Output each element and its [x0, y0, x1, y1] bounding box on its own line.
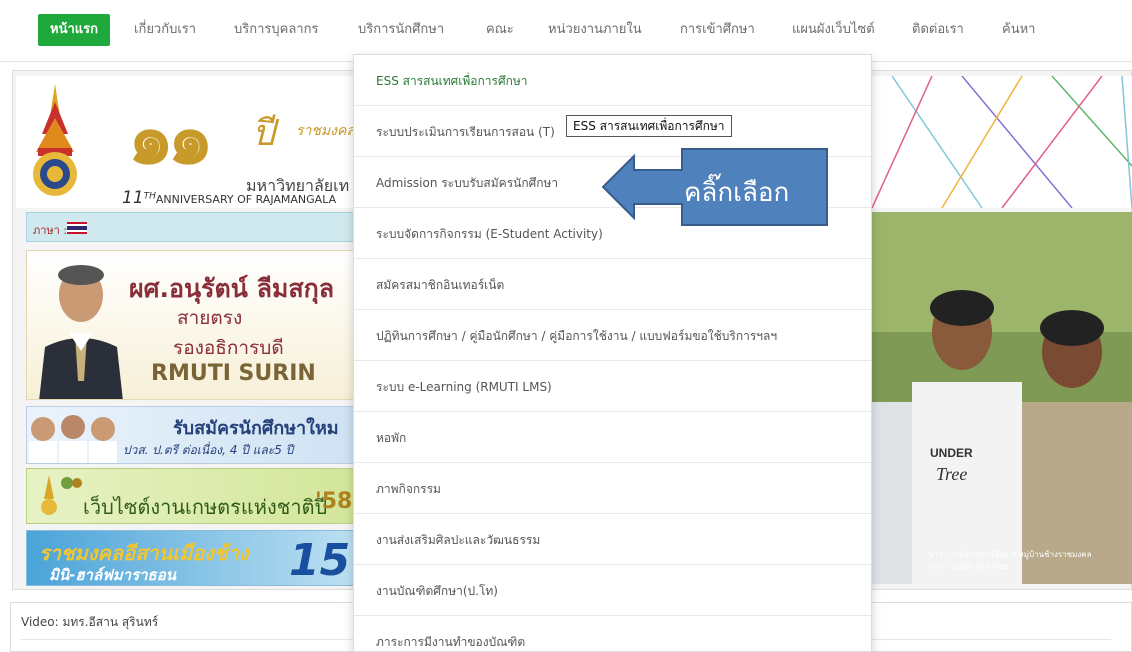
half-marathon-banner[interactable]: ราชมงคลอีสานเมืองช้าง มินิ-ฮาล์ฟมาราธอน …: [26, 530, 356, 586]
anniversary-institution: ราชมงคล: [296, 123, 355, 139]
half-marathon-line2: มินิ-ฮาล์ฟมาราธอน: [49, 566, 176, 584]
news-photo-image: UNDER Tree: [872, 212, 1132, 584]
half-marathon-number: 15: [289, 535, 351, 586]
vp-line1: สายตรง: [177, 307, 243, 329]
anniversary-banner: ๑๑ ปี ราชมงคล มหาวิทยาลัยเท 11THANNIVERS…: [16, 76, 356, 208]
top-navigation: หน้าแรก เกี่ยวกับเรา บริการบุคลากร บริกา…: [0, 0, 1132, 62]
nav-home[interactable]: หน้าแรก: [38, 14, 110, 46]
portrait-image: [39, 265, 123, 399]
agriculture-fair-text: เว็บไซต์งานเกษตรแห่งชาติปี: [83, 495, 328, 519]
callout-text: คลิ๊กเลือก: [684, 178, 790, 208]
student-services-dropdown: ESS สารสนเทศเพื่อการศึกษา ระบบประเมินการ…: [353, 54, 872, 652]
fair-logos-icon: [41, 475, 82, 515]
menu-item-label: ESS สารสนเทศเพื่อการศึกษา: [376, 74, 528, 88]
menu-item-elearning[interactable]: ระบบ e-Learning (RMUTI LMS): [354, 361, 871, 412]
news-photo[interactable]: UNDER Tree: [872, 212, 1132, 584]
menu-item-label: ระบบ e-Learning (RMUTI LMS): [376, 380, 552, 394]
menu-item-activity-photos[interactable]: ภาพกิจกรรม: [354, 463, 871, 514]
menu-item-graduate-employment[interactable]: ภาระการมีงานทำของบัณฑิต: [354, 616, 871, 651]
menu-item-label: งานบัณฑิตศึกษา(ป.โท): [376, 584, 498, 598]
menu-item-label: ภาระการมีงานทำของบัณฑิต: [376, 635, 526, 649]
agriculture-fair-year: '58: [315, 489, 353, 514]
menu-tooltip: ESS สารสนเทศเพื่อการศึกษา: [566, 115, 732, 137]
menu-item-graduate-school[interactable]: งานบัณฑิตศึกษา(ป.โท): [354, 565, 871, 616]
decorative-lines-art: [872, 76, 1132, 208]
menu-item-label: หอพัก: [376, 431, 407, 445]
anniversary-pi: ปี: [252, 113, 275, 154]
menu-item-internet-signup[interactable]: สมัครสมาชิกอินเทอร์เน็ต: [354, 259, 871, 310]
menu-item-label: Admission ระบบรับสมัครนักศึกษา: [376, 176, 559, 190]
nav-contact[interactable]: ติดต่อเรา: [912, 14, 964, 46]
decorative-lines-icon: [872, 76, 1132, 208]
admission-banner-subtitle: ปวส. ป.ตรี ต่อเนื่อง, 4 ปี และ5 ปี: [123, 443, 294, 457]
anniversary-english-text: ANNIVERSARY OF RAJAMANGALA: [155, 193, 337, 206]
vp-line2: รองอธิการบดี: [173, 337, 284, 359]
nav-about[interactable]: เกี่ยวกับเรา: [134, 14, 196, 46]
students-image: [29, 415, 117, 463]
agriculture-fair-banner[interactable]: เว็บไซต์งานเกษตรแห่งชาติปี '58: [26, 468, 356, 524]
anniversary-number: ๑๑: [128, 95, 213, 180]
menu-item-ess[interactable]: ESS สารสนเทศเพื่อการศึกษา: [354, 55, 871, 106]
menu-item-label: งานส่งเสริมศิลปะและวัฒนธรรม: [376, 533, 541, 547]
language-bar: ภาษา :: [26, 212, 356, 242]
photo-caption-line1: ข่าว : งานช้างทางเลือก ฯ หมู่บ้านช้างราช…: [928, 550, 1092, 559]
nav-student-services[interactable]: บริการนักศึกษา: [358, 14, 444, 46]
nav-internal-units[interactable]: หน่วยงานภายใน: [548, 14, 642, 46]
menu-item-label: ภาพกิจกรรม: [376, 482, 441, 496]
menu-item-label: ระบบประเมินการเรียนการสอน (T): [376, 125, 555, 139]
nav-staff-services[interactable]: บริการบุคลากร: [234, 14, 318, 46]
nav-search[interactable]: ค้นหา: [1002, 14, 1035, 46]
admission-banner-title: รับสมัครนักศึกษาใหม: [173, 418, 339, 439]
photo-caption-line2: ภาพ : under the free: [928, 562, 1009, 571]
shirt-text-1: UNDER: [930, 446, 973, 460]
anniversary-english: 11THANNIVERSARY OF RAJAMANGALA: [122, 188, 336, 208]
anniversary-number-en: 11: [122, 188, 144, 208]
nav-sitemap[interactable]: แผนผังเว็บไซต์: [792, 14, 875, 46]
vp-line3: RMUTI SURIN: [151, 361, 316, 386]
menu-item-label: สมัครสมาชิกอินเทอร์เน็ต: [376, 278, 505, 292]
admission-banner[interactable]: รับสมัครนักศึกษาใหม ปวส. ป.ตรี ต่อเนื่อง…: [26, 406, 356, 464]
nav-admission[interactable]: การเข้าศึกษา: [680, 14, 755, 46]
nav-faculties[interactable]: คณะ: [486, 14, 514, 46]
menu-item-arts-culture[interactable]: งานส่งเสริมศิลปะและวัฒนธรรม: [354, 514, 871, 565]
vice-president-banner[interactable]: ผศ.อนุรัตน์ ลีมสกุล สายตรง รองอธิการบดี …: [26, 250, 356, 400]
university-emblem-icon: [33, 84, 77, 196]
menu-item-label: ปฏิทินการศึกษา / คู่มือนักศึกษา / คู่มือ…: [376, 329, 778, 343]
thai-flag-icon[interactable]: [67, 222, 87, 234]
shirt-text-2: Tree: [936, 464, 967, 484]
menu-item-label: ระบบจัดการกิจกรรม (E-Student Activity): [376, 227, 603, 241]
anniversary-suffix: TH: [143, 191, 156, 202]
photo-caption: ข่าว : งานช้างทางเลือก ฯ หมู่บ้านช้างราช…: [928, 549, 1092, 573]
menu-item-dormitory[interactable]: หอพัก: [354, 412, 871, 463]
language-label: ภาษา :: [33, 224, 68, 237]
video-label: Video: มทร.อีสาน สุรินทร์: [21, 615, 159, 629]
menu-item-calendar-manuals[interactable]: ปฏิทินการศึกษา / คู่มือนักศึกษา / คู่มือ…: [354, 310, 871, 361]
